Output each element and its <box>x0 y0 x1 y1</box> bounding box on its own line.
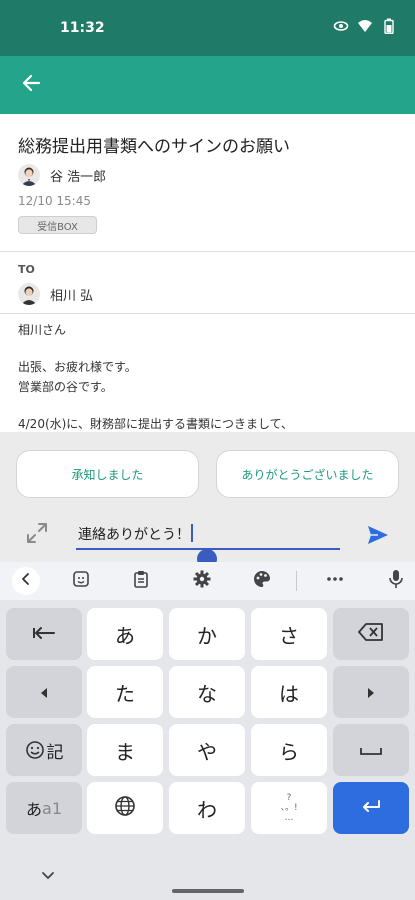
space-icon <box>359 738 383 762</box>
send-button[interactable] <box>364 523 392 551</box>
undo-key[interactable] <box>6 608 82 660</box>
key-na[interactable]: な <box>169 666 245 718</box>
reply-input[interactable]: 連絡ありがとう！ <box>76 522 340 550</box>
sender-name: 谷 浩一郎 <box>50 169 107 185</box>
sender-row[interactable]: 谷 浩一郎 <box>18 162 106 188</box>
smiley-icon <box>25 740 45 760</box>
more-horizontal-icon <box>325 569 345 593</box>
key-wa[interactable]: わ <box>169 782 245 834</box>
emoji-symbol-key[interactable]: 記 <box>6 724 82 776</box>
smart-reply-button[interactable]: 承知しました <box>16 450 199 498</box>
backspace-key[interactable] <box>333 608 409 660</box>
message-header: 総務提出用書類へのサインのお願い 谷 浩一郎 12/10 15:45 受信BOX <box>0 114 415 252</box>
key-ra[interactable]: ら <box>251 724 327 776</box>
back-button[interactable] <box>14 68 48 102</box>
expand-button[interactable] <box>24 522 50 548</box>
palette-icon <box>252 569 272 593</box>
mic-icon <box>387 569 405 593</box>
more-button[interactable] <box>321 567 349 595</box>
undo-arrow-icon <box>32 622 56 646</box>
mode-alpha-label: a1 <box>42 798 62 818</box>
punct-mid: 、。! <box>280 803 298 813</box>
body-line: 4/20(水)に、財務部に提出する書類につきまして、 <box>18 417 293 431</box>
status-bar: 11:32 <box>0 0 415 56</box>
sender-avatar <box>18 164 40 186</box>
language-key[interactable] <box>87 782 163 834</box>
chevron-down-icon <box>40 867 56 886</box>
status-icons <box>333 18 397 34</box>
eye-icon <box>333 18 349 34</box>
smart-reply-button[interactable]: ありがとうございました <box>216 450 399 498</box>
recipient-avatar <box>18 283 40 305</box>
reply-input-value: 連絡ありがとう！ <box>78 527 190 543</box>
key-a[interactable]: あ <box>87 608 163 660</box>
enter-icon <box>360 796 382 820</box>
status-time: 11:32 <box>60 20 105 36</box>
globe-icon <box>114 795 136 822</box>
message-subject: 総務提出用書類へのサインのお願い <box>18 137 290 157</box>
key-sa[interactable]: さ <box>251 608 327 660</box>
punct-top: ? <box>286 793 292 803</box>
voice-input-button[interactable] <box>382 567 410 595</box>
settings-button[interactable] <box>188 567 216 595</box>
recipient-name: 相川 弘 <box>50 288 94 304</box>
punct-bot: … <box>284 813 294 823</box>
battery-icon <box>381 18 397 34</box>
enter-key[interactable] <box>333 782 409 834</box>
arrow-left-icon <box>21 73 41 97</box>
text-caret <box>191 524 193 542</box>
to-label: TO <box>18 263 35 276</box>
clipboard-icon <box>131 569 151 593</box>
cursor-left-key[interactable] <box>6 666 82 718</box>
mode-kana-label: あ <box>26 800 43 819</box>
body-line: 出張、お疲れ様です。 <box>18 360 137 374</box>
sticker-icon <box>71 569 91 593</box>
cursor-right-key[interactable] <box>333 666 409 718</box>
backspace-icon <box>358 622 384 646</box>
message-date: 12/10 15:45 <box>18 194 91 208</box>
kigo-label: 記 <box>46 742 64 763</box>
key-ma[interactable]: ま <box>87 724 163 776</box>
home-gesture-bar[interactable] <box>172 889 244 893</box>
input-mode-key[interactable]: あ a1 <box>6 782 82 834</box>
key-ka[interactable]: か <box>169 608 245 660</box>
body-line: 相川さん <box>18 323 67 337</box>
reply-area: 承知しました ありがとうございました 連絡ありがとう！ <box>0 432 415 569</box>
triangle-right-icon <box>366 680 376 704</box>
chevron-left-icon <box>18 571 34 591</box>
send-icon <box>366 523 390 551</box>
triangle-left-icon <box>39 680 49 704</box>
recipient-row[interactable]: 相川 弘 <box>18 282 93 306</box>
wifi-icon <box>357 18 373 34</box>
punctuation-labels: ? 、。! … <box>280 793 297 823</box>
punctuation-key[interactable]: ? 、。! … <box>251 782 327 834</box>
gear-icon <box>192 569 212 593</box>
keyboard-toolbar <box>0 562 415 600</box>
toolbar-divider <box>296 571 297 591</box>
body-line: 営業部の谷です。 <box>18 380 113 394</box>
key-ha[interactable]: は <box>251 666 327 718</box>
key-ya[interactable]: や <box>169 724 245 776</box>
clipboard-button[interactable] <box>127 567 155 595</box>
app-bar <box>0 56 415 114</box>
space-key[interactable] <box>333 724 409 776</box>
key-ta[interactable]: た <box>87 666 163 718</box>
expand-icon <box>25 521 49 549</box>
message-body: 相川さん 出張、お疲れ様です。 営業部の谷です。 4/20(水)に、財務部に提出… <box>0 314 415 432</box>
theme-button[interactable] <box>248 567 276 595</box>
collapse-toolbar-button[interactable] <box>12 567 40 595</box>
sticker-button[interactable] <box>67 567 95 595</box>
folder-badge: 受信BOX <box>18 216 97 234</box>
to-section: TO 相川 弘 <box>0 252 415 314</box>
keyboard: あ か さ た な は 記 ま や ら あ a1 わ ? 、。! … <box>0 600 415 900</box>
hide-keyboard-button[interactable] <box>38 866 58 886</box>
